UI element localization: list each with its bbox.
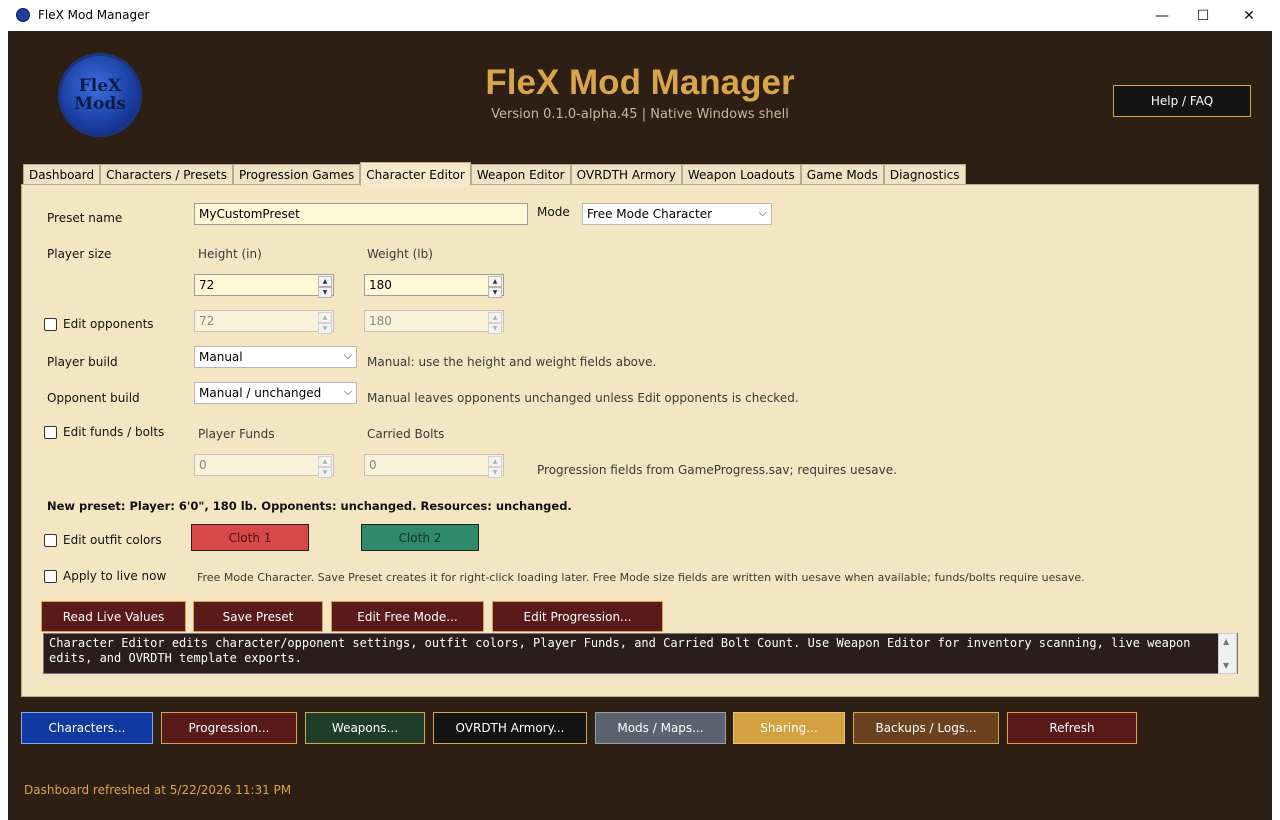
edit-free-mode-button[interactable]: Edit Free Mode...	[331, 601, 484, 632]
tab-characters-presets[interactable]: Characters / Presets	[100, 164, 233, 185]
height-stepper[interactable]: 72 ▲ ▼	[194, 274, 334, 298]
window-title: FleX Mod Manager	[38, 8, 150, 22]
cloth2-color-button[interactable]: Cloth 2	[361, 524, 479, 551]
help-faq-button[interactable]: Help / FAQ	[1113, 85, 1251, 117]
app-title: FleX Mod Manager	[485, 63, 795, 102]
opponent-weight-stepper[interactable]: 180 ▲ ▼	[364, 310, 504, 334]
stepper-up-icon[interactable]: ▲	[318, 312, 332, 323]
read-live-values-button[interactable]: Read Live Values	[41, 601, 186, 632]
chevron-down-icon: ⌵	[758, 206, 767, 219]
character-editor-panel: Preset name MyCustomPreset Mode Free Mod…	[21, 184, 1259, 697]
log-scrollbar[interactable]: ▲ ▼	[1218, 633, 1237, 674]
scroll-down-icon[interactable]: ▼	[1223, 661, 1229, 670]
edit-funds-label: Edit funds / bolts	[63, 425, 165, 439]
height-label: Height (in)	[198, 247, 262, 261]
stepper-down-icon[interactable]: ▼	[488, 323, 502, 334]
chevron-down-icon: ⌵	[343, 349, 352, 362]
scroll-up-icon[interactable]: ▲	[1223, 637, 1229, 646]
info-log[interactable]: Character Editor edits character/opponen…	[43, 633, 1238, 674]
stepper-up-icon[interactable]: ▲	[488, 456, 502, 467]
main-window: FleX Mods FleX Mod Manager Version 0.1.0-…	[8, 31, 1272, 820]
player-funds-stepper[interactable]: 0 ▲ ▼	[194, 454, 334, 478]
weapons-button[interactable]: Weapons...	[305, 712, 425, 744]
preset-name-label: Preset name	[47, 211, 123, 225]
edit-progression-button[interactable]: Edit Progression...	[492, 601, 663, 632]
ovrdth-armory-button[interactable]: OVRDTH Armory...	[433, 712, 587, 744]
app-version: Version 0.1.0-alpha.45 | Native Windows …	[491, 107, 789, 122]
mode-label: Mode	[537, 205, 570, 219]
opponent-build-hint: Manual leaves opponents unchanged unless…	[367, 391, 799, 405]
stepper-up-icon[interactable]: ▲	[488, 312, 502, 323]
mode-select[interactable]: Free Mode Character ⌵	[582, 203, 772, 225]
player-build-label: Player build	[47, 355, 118, 369]
opponent-build-label: Opponent build	[47, 391, 140, 405]
sharing-button[interactable]: Sharing...	[733, 712, 845, 744]
edit-outfit-colors-checkbox[interactable]	[44, 534, 57, 547]
window-titlebar: FleX Mod Manager — ☐ ✕	[0, 0, 1280, 31]
carried-bolts-stepper[interactable]: 0 ▲ ▼	[364, 454, 504, 478]
player-size-label: Player size	[47, 247, 112, 261]
refresh-button[interactable]: Refresh	[1007, 712, 1137, 744]
edit-outfit-colors-label: Edit outfit colors	[63, 533, 162, 547]
close-button[interactable]: ✕	[1226, 0, 1272, 31]
progression-button[interactable]: Progression...	[161, 712, 297, 744]
tab-weapon-loadouts[interactable]: Weapon Loadouts	[681, 164, 801, 185]
tab-ovrdth-armory[interactable]: OVRDTH Armory	[570, 164, 682, 185]
tab-diagnostics[interactable]: Diagnostics	[883, 164, 966, 185]
cloth1-color-button[interactable]: Cloth 1	[191, 524, 309, 551]
tab-game-mods[interactable]: Game Mods	[800, 164, 884, 185]
opponent-build-select[interactable]: Manual / unchanged ⌵	[194, 382, 357, 404]
app-icon	[16, 8, 30, 22]
apply-live-checkbox[interactable]	[44, 570, 57, 583]
edit-opponents-checkbox[interactable]	[44, 318, 57, 331]
stepper-down-icon[interactable]: ▼	[488, 467, 502, 478]
tab-dashboard[interactable]: Dashboard	[23, 164, 101, 185]
weight-stepper[interactable]: 180 ▲ ▼	[364, 274, 504, 298]
tab-bar: Dashboard Characters / Presets Progressi…	[23, 162, 966, 186]
mods-maps-button[interactable]: Mods / Maps...	[595, 712, 726, 744]
status-text: Dashboard refreshed at 5/22/2026 11:31 P…	[24, 783, 292, 797]
opponent-height-stepper[interactable]: 72 ▲ ▼	[194, 310, 334, 334]
tab-progression-games[interactable]: Progression Games	[232, 164, 361, 185]
player-build-select[interactable]: Manual ⌵	[194, 346, 357, 368]
characters-button[interactable]: Characters...	[21, 712, 153, 744]
minimize-button[interactable]: —	[1139, 0, 1185, 31]
tab-weapon-editor[interactable]: Weapon Editor	[470, 164, 571, 185]
edit-opponents-label: Edit opponents	[63, 317, 154, 331]
progression-hint: Progression fields from GameProgress.sav…	[537, 463, 897, 477]
maximize-button[interactable]: ☐	[1180, 0, 1226, 31]
stepper-up-icon[interactable]: ▲	[318, 456, 332, 467]
chevron-down-icon: ⌵	[343, 385, 352, 398]
backups-logs-button[interactable]: Backups / Logs...	[853, 712, 999, 744]
stepper-down-icon[interactable]: ▼	[318, 467, 332, 478]
stepper-up-icon[interactable]: ▲	[318, 276, 332, 287]
stepper-down-icon[interactable]: ▼	[488, 287, 502, 298]
save-preset-button[interactable]: Save Preset	[193, 601, 323, 632]
tab-character-editor[interactable]: Character Editor	[360, 162, 471, 186]
stepper-down-icon[interactable]: ▼	[318, 323, 332, 334]
weight-label: Weight (lb)	[367, 247, 433, 261]
stepper-down-icon[interactable]: ▼	[318, 287, 332, 298]
player-build-hint: Manual: use the height and weight fields…	[367, 355, 657, 369]
apply-live-label: Apply to live now	[63, 569, 167, 583]
apply-live-hint: Free Mode Character. Save Preset creates…	[197, 571, 1085, 584]
carried-bolts-label: Carried Bolts	[367, 427, 445, 441]
player-funds-label: Player Funds	[198, 427, 275, 441]
preset-summary: New preset: Player: 6'0", 180 lb. Oppone…	[47, 499, 572, 513]
edit-funds-checkbox[interactable]	[44, 426, 57, 439]
stepper-up-icon[interactable]: ▲	[488, 276, 502, 287]
preset-name-input[interactable]: MyCustomPreset	[194, 203, 528, 225]
